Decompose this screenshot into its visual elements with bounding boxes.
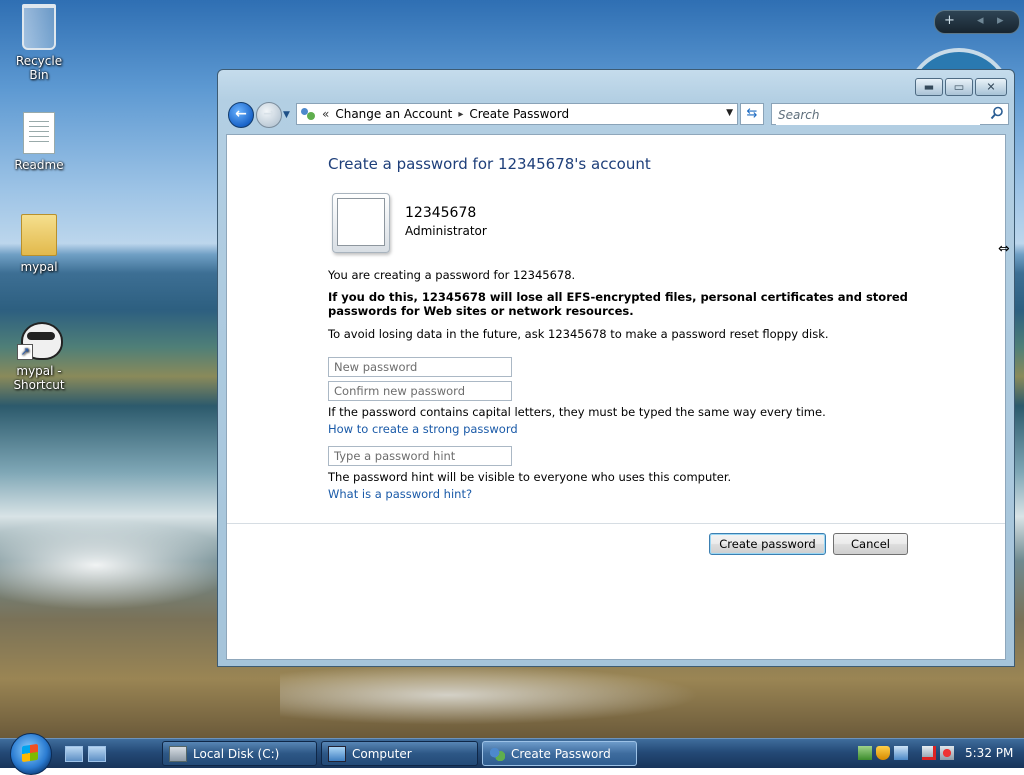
gadget-next-button[interactable]: ▸ (997, 13, 1004, 28)
case-sensitivity-note: If the password contains capital letters… (328, 405, 826, 419)
maximize-button[interactable]: ▭ (945, 78, 973, 96)
maximize-icon: ▭ (953, 80, 965, 94)
page-title: Create a password for 12345678's account (328, 155, 651, 173)
user-name: 12345678 (405, 205, 477, 221)
taskbar-clock[interactable]: 5:32 PM (965, 746, 1013, 760)
windows-logo-icon (22, 743, 38, 763)
desktop-icon-label: Recycle Bin (15, 54, 63, 82)
desktop-icon-label: mypal (20, 260, 58, 274)
desktop-icon-label: mypal - Shortcut (13, 364, 65, 392)
desktop-icon-readme[interactable]: Readme (6, 112, 72, 172)
user-accounts-icon (300, 107, 316, 121)
switch-windows-icon[interactable] (88, 746, 106, 762)
user-account-type: Administrator (405, 224, 487, 238)
shield-warning-icon[interactable] (876, 746, 890, 760)
search-icon[interactable] (990, 106, 1004, 120)
create-password-window: ▬ ▭ ✕ ← → ▼ « Change an Account ▸ Create… (217, 69, 1015, 667)
navigation-bar: ← → ▼ « Change an Account ▸ Create Passw… (226, 102, 1009, 128)
address-bar[interactable]: « Change an Account ▸ Create Password ▼ (296, 103, 738, 125)
intro-text: You are creating a password for 12345678… (328, 268, 576, 282)
window-controls: ▬ ▭ ✕ (913, 78, 1007, 96)
desktop-icon-recycle-bin[interactable]: Recycle Bin (6, 4, 72, 82)
address-dropdown-icon[interactable]: ▼ (726, 108, 733, 118)
search-input[interactable] (776, 105, 980, 125)
user-picture (332, 193, 390, 253)
gadget-prev-button[interactable]: ◂ (977, 13, 984, 28)
taskbar-item-label: Create Password (511, 746, 611, 761)
taskbar-item-create-password[interactable]: Create Password (482, 741, 637, 766)
strong-password-link[interactable]: How to create a strong password (328, 422, 518, 436)
desktop-icon-mypal-shortcut[interactable]: ↗ mypal - Shortcut (6, 320, 72, 392)
system-tray: 5:32 PM (852, 739, 1024, 768)
breadcrumb-change-account[interactable]: Change an Account (335, 107, 452, 121)
taskbar: Local Disk (C:) Computer Create Password… (0, 733, 1024, 775)
desktop-icon-mypal-folder[interactable]: mypal (6, 214, 72, 274)
raccoon-shortcut-icon: ↗ (17, 320, 63, 360)
minimize-button[interactable]: ▬ (915, 78, 943, 96)
start-button[interactable] (10, 733, 52, 775)
wallpaper-foam (280, 665, 700, 725)
breadcrumb-create-password[interactable]: Create Password (469, 107, 569, 121)
divider (227, 523, 1005, 524)
taskbar-item-local-disk[interactable]: Local Disk (C:) (162, 741, 317, 766)
folder-icon (21, 214, 57, 256)
content-pane: Create a password for 12345678's account… (226, 134, 1006, 660)
search-box (771, 103, 1009, 125)
resize-horizontal-cursor: ⇔ (998, 241, 1010, 257)
gadget-toolbar: + ◂ ▸ (934, 10, 1020, 34)
forward-button[interactable]: → (256, 102, 282, 128)
refresh-icon: ⇆ (746, 106, 758, 121)
recent-pages-dropdown[interactable]: ▼ (283, 110, 290, 120)
taskbar-item-computer[interactable]: Computer (321, 741, 478, 766)
minimize-icon: ▬ (923, 80, 935, 94)
hint-visibility-note: The password hint will be visible to eve… (328, 470, 732, 484)
network-disconnected-icon[interactable] (922, 746, 936, 760)
new-password-field[interactable] (328, 357, 512, 377)
close-button[interactable]: ✕ (975, 78, 1007, 96)
back-arrow-icon: ← (235, 106, 247, 122)
forward-arrow-icon: → (263, 106, 275, 122)
shortcut-arrow-icon: ↗ (17, 344, 33, 360)
breadcrumb-overflow[interactable]: « (322, 107, 329, 121)
security-center-icon[interactable] (858, 746, 872, 760)
text-document-icon (23, 112, 55, 154)
computer-icon (328, 745, 346, 762)
recycle-bin-icon (22, 4, 56, 50)
taskbar-item-label: Computer (352, 746, 412, 761)
password-hint-help-link[interactable]: What is a password hint? (328, 487, 472, 501)
wallpaper-foam (0, 520, 240, 610)
close-icon: ✕ (986, 80, 996, 94)
reset-disk-advice: To avoid losing data in the future, ask … (328, 327, 829, 341)
taskbar-item-label: Local Disk (C:) (193, 746, 280, 761)
back-button[interactable]: ← (228, 102, 254, 128)
confirm-password-field[interactable] (328, 381, 512, 401)
create-password-button[interactable]: Create password (709, 533, 826, 555)
efs-warning-text: If you do this, 12345678 will lose all E… (328, 290, 908, 318)
show-desktop-icon[interactable] (65, 746, 83, 762)
add-gadget-button[interactable]: + (944, 13, 955, 28)
refresh-button[interactable]: ⇆ (740, 103, 764, 125)
drive-icon (169, 745, 187, 762)
password-hint-field[interactable] (328, 446, 512, 466)
desktop-icon-label: Readme (14, 158, 64, 172)
cancel-button[interactable]: Cancel (833, 533, 908, 555)
network-icon[interactable] (894, 746, 908, 760)
breadcrumb-separator[interactable]: ▸ (458, 109, 463, 120)
volume-muted-icon[interactable] (940, 746, 954, 760)
user-accounts-icon (489, 746, 505, 761)
